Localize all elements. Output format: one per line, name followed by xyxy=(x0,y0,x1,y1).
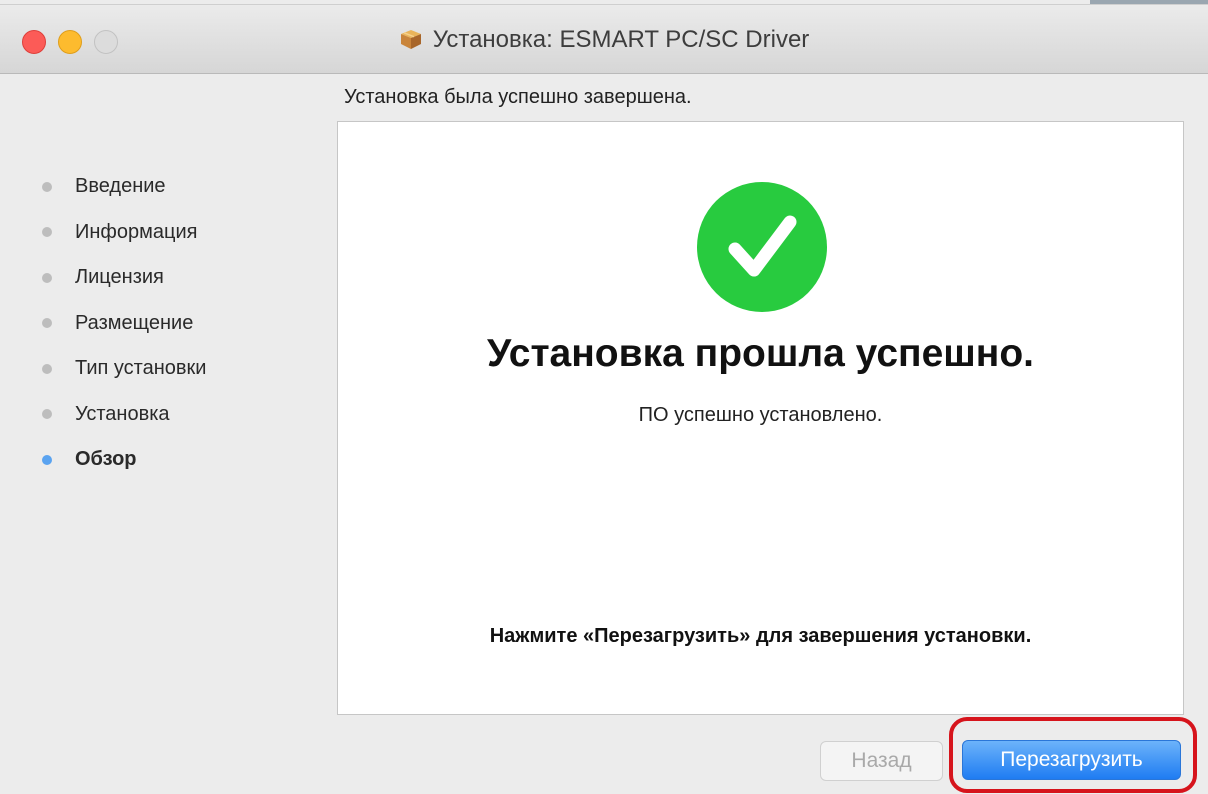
step-dot xyxy=(42,227,52,238)
step-dot xyxy=(42,363,52,374)
step-label: Тип установки xyxy=(75,357,207,380)
window-title-text: Установка: ESMART PC/SC Driver xyxy=(432,26,810,53)
step-license: Лицензия xyxy=(42,255,206,301)
step-summary: Обзор xyxy=(42,437,206,483)
step-dot xyxy=(42,272,52,283)
step-dot-active xyxy=(42,454,52,465)
step-destination: Размещение xyxy=(42,301,206,347)
step-label: Лицензия xyxy=(75,266,164,289)
step-label: Установка xyxy=(75,402,170,425)
step-installation: Установка xyxy=(42,392,206,438)
page-heading: Установка была успешно завершена. xyxy=(344,86,692,108)
step-label: Информация xyxy=(75,220,198,243)
step-introduction: Введение xyxy=(42,164,206,210)
success-subtitle: ПО успешно установлено. xyxy=(638,404,883,426)
success-title: Установка прошла успешно. xyxy=(486,332,1035,375)
step-label: Обзор xyxy=(75,448,137,471)
package-icon xyxy=(399,28,423,57)
window-titlebar: Установка: ESMART PC/SC Driver xyxy=(0,4,1208,74)
step-dot xyxy=(42,181,52,192)
restart-note: Нажмите «Перезагрузить» для завершения у… xyxy=(489,625,1032,647)
restart-highlight-annotation xyxy=(949,717,1197,793)
installer-steps: Введение Информация Лицензия Размещение … xyxy=(42,164,206,483)
step-information: Информация xyxy=(42,210,206,256)
step-dot xyxy=(42,318,52,329)
step-dot xyxy=(42,409,52,420)
step-label: Размещение xyxy=(75,311,194,334)
back-button[interactable]: Назад xyxy=(820,741,943,781)
step-label: Введение xyxy=(75,175,166,198)
window-title: Установка: ESMART PC/SC Driver xyxy=(0,26,1208,57)
checkmark-icon xyxy=(697,182,827,312)
step-installation-type: Тип установки xyxy=(42,346,206,392)
installer-content: Установка была успешно завершена. Введен… xyxy=(0,74,1208,794)
summary-panel: Установка прошла успешно. ПО успешно уст… xyxy=(337,121,1184,715)
